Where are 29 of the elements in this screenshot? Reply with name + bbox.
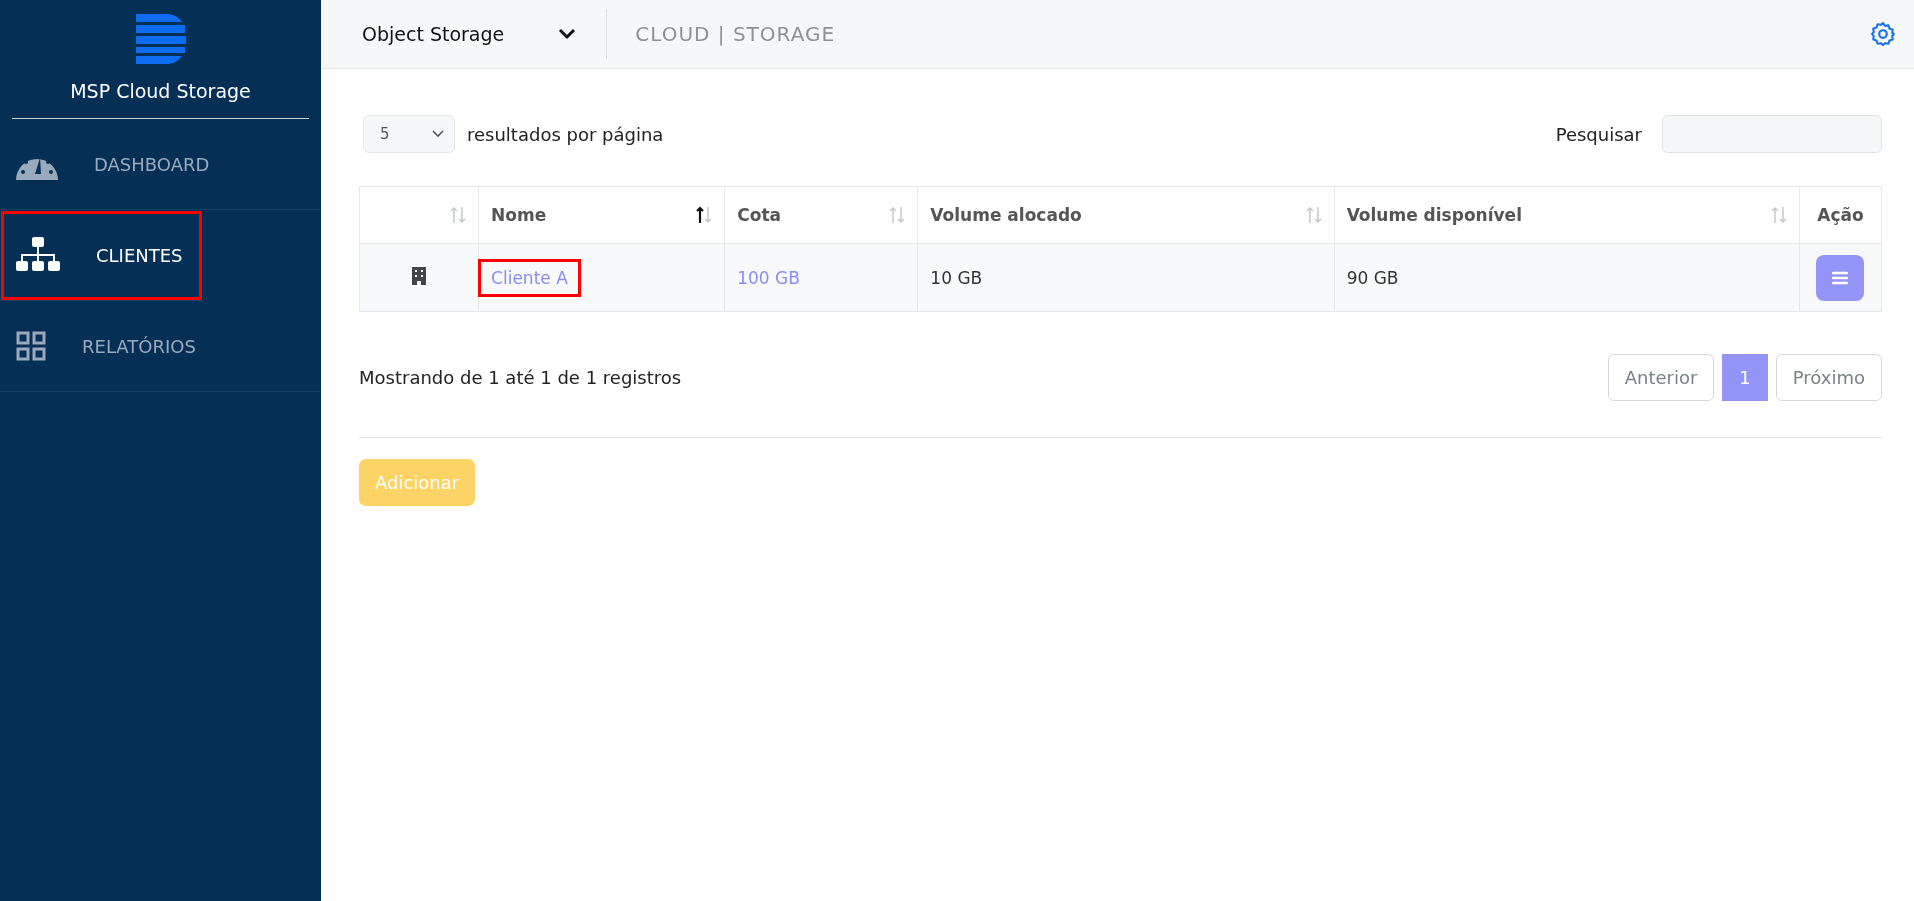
column-header: Volume disponível bbox=[1346, 205, 1522, 225]
nav-item[interactable]: RELATÓRIOS bbox=[0, 301, 321, 392]
grid-icon bbox=[16, 331, 46, 361]
page-size-label: resultados por página bbox=[467, 123, 664, 145]
nav-item[interactable]: DASHBOARD bbox=[0, 119, 321, 210]
column-header: Nome bbox=[491, 205, 547, 225]
product-dropdown[interactable]: Object Storage bbox=[362, 9, 608, 59]
search-label: Pesquisar bbox=[1555, 123, 1642, 145]
column-header: Ação bbox=[1817, 205, 1864, 225]
table-cell: 100 GB bbox=[737, 267, 800, 288]
logo-icon bbox=[135, 14, 186, 64]
brand-name: MSP Cloud Storage bbox=[70, 80, 251, 102]
sitemap-icon bbox=[16, 237, 60, 273]
chevron-down-icon bbox=[432, 130, 444, 138]
table-cell: 10 GB bbox=[930, 267, 983, 288]
breadcrumb: CLOUD | STORAGE bbox=[635, 22, 837, 46]
sort-icon[interactable] bbox=[696, 205, 713, 225]
column-header: Volume alocado bbox=[930, 205, 1082, 225]
table-cell: 90 GB bbox=[1346, 267, 1399, 288]
records-info: Mostrando de 1 até 1 de 1 registros bbox=[359, 367, 682, 388]
settings-icon[interactable] bbox=[1870, 21, 1896, 47]
menu-icon bbox=[1832, 270, 1849, 285]
building-icon bbox=[412, 266, 427, 285]
page-size-select[interactable]: 5 bbox=[363, 115, 455, 153]
search-field[interactable] bbox=[1662, 115, 1882, 153]
nav-item[interactable]: CLIENTES bbox=[0, 210, 203, 301]
column-header: Cota bbox=[737, 205, 781, 225]
menu-button[interactable] bbox=[1816, 254, 1865, 301]
chevron-down-icon bbox=[558, 28, 577, 40]
